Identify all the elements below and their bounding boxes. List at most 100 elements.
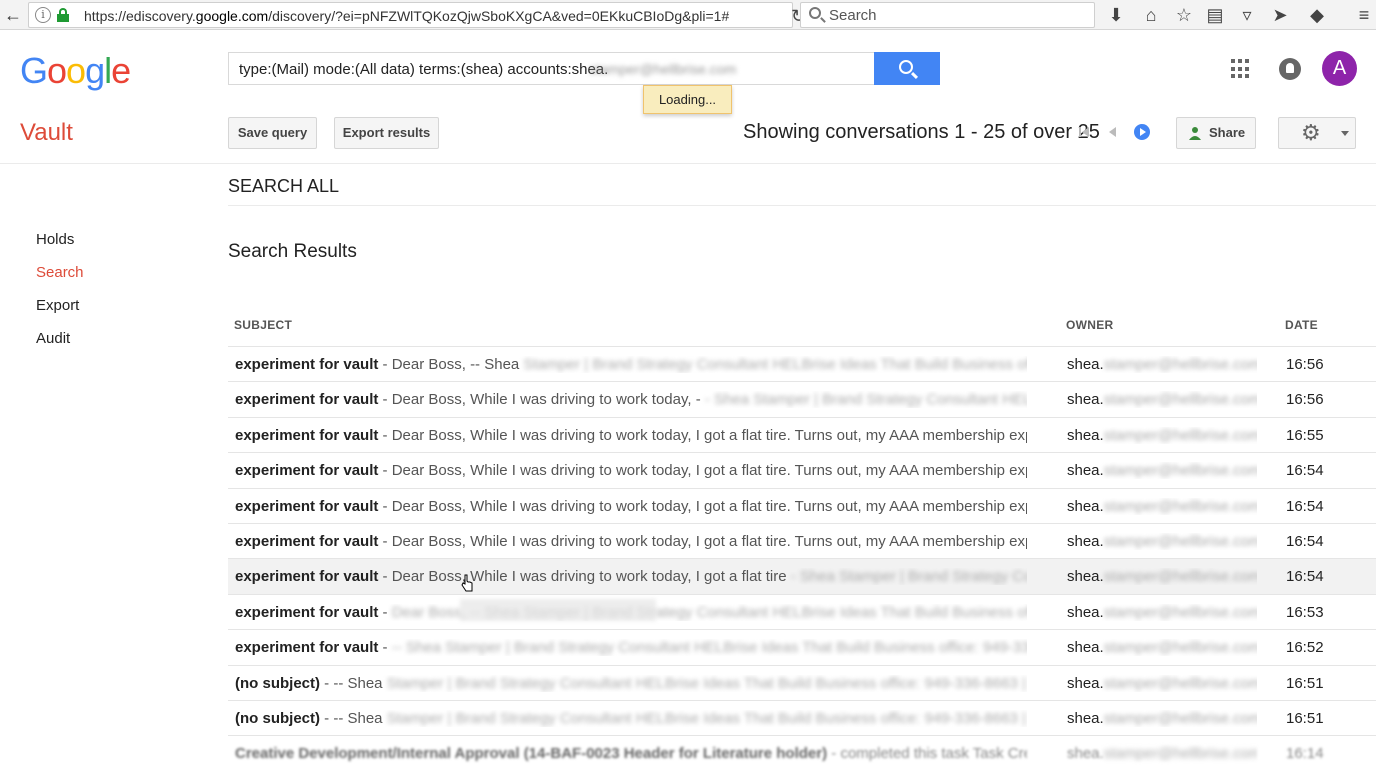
table-row[interactable]: experiment for vault - Dear Boss, -- She…: [228, 593, 1376, 629]
avatar[interactable]: A: [1322, 51, 1357, 86]
sidebar-item-holds[interactable]: Holds: [36, 231, 74, 248]
row-snippet: - -- Shea: [320, 709, 383, 727]
row-date: 16:51: [1286, 674, 1324, 692]
home-icon[interactable]: ⌂: [1139, 3, 1163, 27]
row-date: 16:51: [1286, 709, 1324, 727]
row-date: 16:52: [1286, 639, 1324, 657]
table-row[interactable]: experiment for vault - Dear Boss, -- She…: [228, 346, 1376, 381]
row-subject[interactable]: experiment for vault - Dear Boss, While …: [235, 427, 1027, 444]
table-row[interactable]: (no subject) - -- Shea Stamper | Brand S…: [228, 699, 1376, 735]
lock-icon: [57, 8, 69, 22]
info-icon[interactable]: i: [35, 7, 51, 23]
row-owner: shea.stamper@hellbrise.com: [1067, 745, 1257, 762]
row-snippet-redacted: - Shea Stamper | Brand Strategy Consulta…: [704, 391, 1027, 409]
browser-search-input[interactable]: Search: [800, 2, 1095, 28]
row-owner: shea.stamper@hellbrise.com: [1067, 604, 1257, 621]
bookmark-star-icon[interactable]: ☆: [1172, 3, 1196, 27]
pocket-icon[interactable]: ▿: [1235, 3, 1259, 27]
gear-icon: ⚙: [1301, 120, 1321, 145]
first-page-icon[interactable]: [1076, 124, 1092, 140]
row-subject[interactable]: experiment for vault - Dear Boss, While …: [235, 568, 1027, 585]
row-snippet: - Dear Boss, -- Shea: [378, 356, 520, 373]
row-date: 16:54: [1286, 462, 1324, 480]
row-subject[interactable]: experiment for vault - Dear Boss, While …: [235, 498, 1027, 515]
app-title[interactable]: Vault: [20, 119, 73, 147]
row-date: 16:53: [1286, 603, 1324, 621]
sidebar-item-audit[interactable]: Audit: [36, 330, 70, 347]
owner-prefix: shea.: [1067, 391, 1104, 409]
browser-toolbar: ← i https://ediscovery.google.com/discov…: [0, 0, 1376, 30]
column-header-date[interactable]: DATE: [1285, 318, 1318, 332]
owner-prefix: shea.: [1067, 462, 1104, 480]
row-date: 16:54: [1286, 532, 1324, 550]
next-page-icon[interactable]: [1134, 124, 1150, 140]
bookmarks-list-icon[interactable]: ▤: [1203, 3, 1227, 27]
row-title: experiment for vault: [235, 356, 379, 373]
owner-redacted: stamper@hellbrise.com: [1103, 603, 1257, 621]
row-title: experiment for vault: [235, 497, 379, 515]
row-owner: shea.stamper@hellbrise.com: [1067, 391, 1257, 408]
owner-prefix: shea.: [1067, 709, 1104, 727]
row-snippet-redacted: Stamper | Brand Strategy Consultant HELB…: [382, 709, 1027, 727]
row-snippet: - Dear Boss, While I was driving to work…: [378, 462, 1027, 480]
row-snippet-redacted: - Shea Stamper | Brand Strategy Consult: [790, 568, 1027, 586]
table-row[interactable]: experiment for vault - Dear Boss, While …: [228, 452, 1376, 487]
row-owner: shea.stamper@hellbrise.com: [1067, 427, 1257, 444]
previous-page-icon[interactable]: [1105, 124, 1121, 140]
table-row[interactable]: experiment for vault - Dear Boss, While …: [228, 558, 1376, 594]
row-title: Creative Development/Internal Approval (…: [235, 745, 828, 763]
save-query-button[interactable]: Save query: [228, 117, 317, 149]
google-logo[interactable]: Google: [20, 50, 131, 92]
owner-redacted: stamper@hellbrise.com: [1103, 391, 1257, 409]
owner-redacted: stamper@hellbrise.com: [1103, 745, 1257, 763]
owner-redacted: stamper@hellbrise.com: [1103, 709, 1257, 727]
column-header-owner[interactable]: OWNER: [1066, 318, 1114, 332]
search-button[interactable]: [874, 52, 940, 85]
export-results-button[interactable]: Export results: [334, 117, 439, 149]
table-row[interactable]: experiment for vault - -- Shea Stamper |…: [228, 629, 1376, 664]
sidebar-item-search[interactable]: Search: [36, 264, 84, 281]
owner-prefix: shea.: [1067, 745, 1104, 763]
owner-prefix: shea.: [1067, 639, 1104, 657]
address-bar[interactable]: i https://ediscovery.google.com/discover…: [28, 2, 806, 28]
loading-indicator: Loading...: [643, 85, 732, 114]
owner-redacted: stamper@hellbrise.com: [1103, 568, 1257, 586]
column-header-subject[interactable]: SUBJECT: [234, 318, 292, 332]
row-title: (no subject): [235, 709, 320, 727]
row-snippet: -: [378, 603, 392, 621]
row-subject[interactable]: experiment for vault - -- Shea Stamper |…: [235, 639, 1027, 656]
row-subject[interactable]: experiment for vault - Dear Boss, -- She…: [235, 356, 1027, 373]
owner-redacted: stamper@hellbrise.com: [1103, 674, 1257, 692]
row-title: experiment for vault: [235, 639, 379, 657]
row-snippet: - Dear Boss, While I was driving to work…: [378, 568, 787, 586]
back-arrow-icon[interactable]: ←: [2, 4, 24, 26]
row-subject[interactable]: (no subject) - -- Shea Stamper | Brand S…: [235, 675, 1027, 692]
table-row[interactable]: experiment for vault - Dear Boss, While …: [228, 522, 1376, 558]
row-subject[interactable]: experiment for vault - Dear Boss, While …: [235, 462, 1027, 479]
sidebar-item-export[interactable]: Export: [36, 297, 79, 314]
send-icon[interactable]: ➤: [1268, 3, 1292, 27]
row-subject[interactable]: experiment for vault - Dear Boss, While …: [235, 391, 1027, 408]
row-date: 16:55: [1286, 426, 1324, 444]
url-text[interactable]: https://ediscovery.google.com/discovery/…: [84, 8, 729, 24]
table-row[interactable]: Creative Development/Internal Approval (…: [228, 735, 1376, 770]
sync-icon[interactable]: ◆: [1305, 3, 1329, 27]
notifications-bell-icon[interactable]: [1279, 58, 1301, 80]
row-snippet: -: [378, 639, 392, 657]
row-title: experiment for vault: [235, 391, 379, 409]
search-query-input[interactable]: type:(Mail) mode:(All data) terms:(shea)…: [228, 52, 875, 85]
row-date: 16:56: [1286, 391, 1324, 409]
row-subject[interactable]: experiment for vault - Dear Boss, While …: [235, 533, 1027, 550]
download-icon[interactable]: ⬇: [1104, 3, 1128, 27]
menu-icon[interactable]: ≡: [1352, 3, 1376, 27]
settings-button[interactable]: ⚙: [1278, 117, 1356, 149]
table-row[interactable]: experiment for vault - Dear Boss, While …: [228, 381, 1376, 416]
row-subject[interactable]: Creative Development/Internal Approval (…: [235, 745, 1027, 762]
row-subject[interactable]: (no subject) - -- Shea Stamper | Brand S…: [235, 710, 1027, 727]
table-row[interactable]: experiment for vault - Dear Boss, While …: [228, 487, 1376, 523]
query-text: type:(Mail) mode:(All data) terms:(shea)…: [239, 61, 609, 78]
share-button[interactable]: Share: [1176, 117, 1256, 149]
apps-grid-icon[interactable]: [1231, 59, 1251, 79]
table-row[interactable]: (no subject) - -- Shea Stamper | Brand S…: [228, 664, 1376, 700]
table-row[interactable]: experiment for vault - Dear Boss, While …: [228, 416, 1376, 452]
